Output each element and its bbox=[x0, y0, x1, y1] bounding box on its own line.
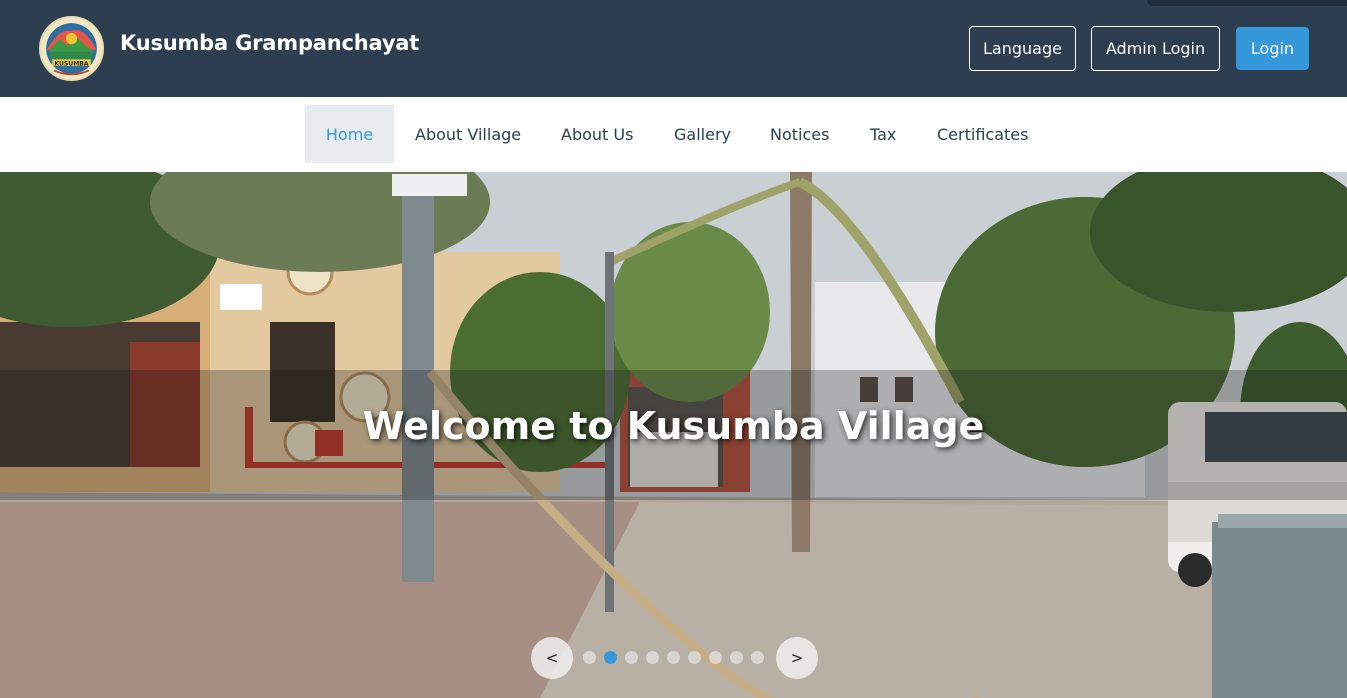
logo-text: KUSUMBA bbox=[54, 60, 89, 67]
language-button[interactable]: Language bbox=[969, 26, 1076, 71]
site-header: KUSUMBA Kusumba Grampanchayat Language A… bbox=[0, 0, 1347, 97]
chevron-right-icon[interactable]: > bbox=[776, 637, 818, 679]
carousel-dot[interactable] bbox=[751, 651, 764, 664]
nav-item-certificates[interactable]: Certificates bbox=[937, 105, 1028, 163]
carousel-dot[interactable] bbox=[688, 651, 701, 664]
hero-carousel: Welcome to Kusumba Village < > bbox=[0, 172, 1347, 698]
carousel-dot[interactable] bbox=[583, 651, 596, 664]
site-title[interactable]: Kusumba Grampanchayat bbox=[120, 31, 419, 55]
carousel-dot[interactable] bbox=[625, 651, 638, 664]
carousel-dot[interactable] bbox=[646, 651, 659, 664]
main-nav: Home About Village About Us Gallery Noti… bbox=[0, 97, 1347, 172]
nav-item-about-village[interactable]: About Village bbox=[415, 105, 521, 163]
carousel-dot[interactable] bbox=[604, 651, 617, 664]
nav-item-tax[interactable]: Tax bbox=[870, 105, 896, 163]
nav-item-home[interactable]: Home bbox=[305, 105, 394, 163]
nav-item-about-us[interactable]: About Us bbox=[561, 105, 633, 163]
hero-title: Welcome to Kusumba Village bbox=[362, 404, 985, 448]
admin-login-button[interactable]: Admin Login bbox=[1091, 26, 1220, 71]
village-logo-icon[interactable]: KUSUMBA bbox=[39, 16, 104, 81]
header-corner-shadow bbox=[1147, 0, 1347, 6]
nav-item-notices[interactable]: Notices bbox=[770, 105, 829, 163]
carousel-dot[interactable] bbox=[667, 651, 680, 664]
chevron-left-icon[interactable]: < bbox=[531, 637, 573, 679]
nav-item-gallery[interactable]: Gallery bbox=[674, 105, 731, 163]
carousel-dot[interactable] bbox=[709, 651, 722, 664]
login-button[interactable]: Login bbox=[1236, 27, 1309, 70]
carousel-dot[interactable] bbox=[730, 651, 743, 664]
